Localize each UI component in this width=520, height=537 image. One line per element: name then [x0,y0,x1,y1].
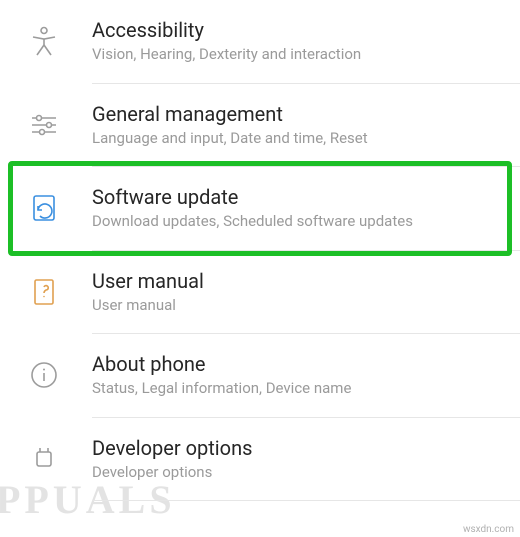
settings-item-subtitle: Download updates, Scheduled software upd… [92,212,510,232]
settings-item-subtitle: Language and input, Date and time, Reset [92,129,510,149]
settings-item-text: Accessibility Vision, Hearing, Dexterity… [72,18,510,65]
manual-icon [28,276,72,308]
settings-item-accessibility[interactable]: Accessibility Vision, Hearing, Dexterity… [0,0,520,83]
settings-item-text: About phone Status, Legal information, D… [72,352,510,399]
settings-item-text: User manual User manual [72,269,510,316]
settings-item-title: Developer options [92,436,510,461]
settings-item-software-update[interactable]: Software update Download updates, Schedu… [0,167,520,250]
settings-item-general-management[interactable]: General management Language and input, D… [0,84,520,167]
settings-item-developer-options[interactable]: Developer options Developer options [0,418,520,501]
update-icon [28,192,72,224]
settings-item-subtitle: Status, Legal information, Device name [92,379,510,399]
info-icon [28,359,72,391]
divider [92,500,520,501]
settings-item-subtitle: Developer options [92,463,510,483]
developer-icon [28,443,72,475]
settings-item-subtitle: User manual [92,296,510,316]
settings-item-title: Accessibility [92,18,510,43]
accessibility-icon [28,25,72,57]
settings-item-text: Software update Download updates, Schedu… [72,185,510,232]
settings-item-title: General management [92,102,510,127]
settings-item-about-phone[interactable]: About phone Status, Legal information, D… [0,334,520,417]
source-attribution: wsxdn.com [463,524,514,535]
sliders-icon [28,109,72,141]
settings-item-subtitle: Vision, Hearing, Dexterity and interacti… [92,45,510,65]
settings-item-text: General management Language and input, D… [72,102,510,149]
settings-item-text: Developer options Developer options [72,436,510,483]
settings-list: Accessibility Vision, Hearing, Dexterity… [0,0,520,501]
settings-item-title: User manual [92,269,510,294]
settings-item-user-manual[interactable]: User manual User manual [0,251,520,334]
settings-item-title: Software update [92,185,510,210]
settings-item-title: About phone [92,352,510,377]
